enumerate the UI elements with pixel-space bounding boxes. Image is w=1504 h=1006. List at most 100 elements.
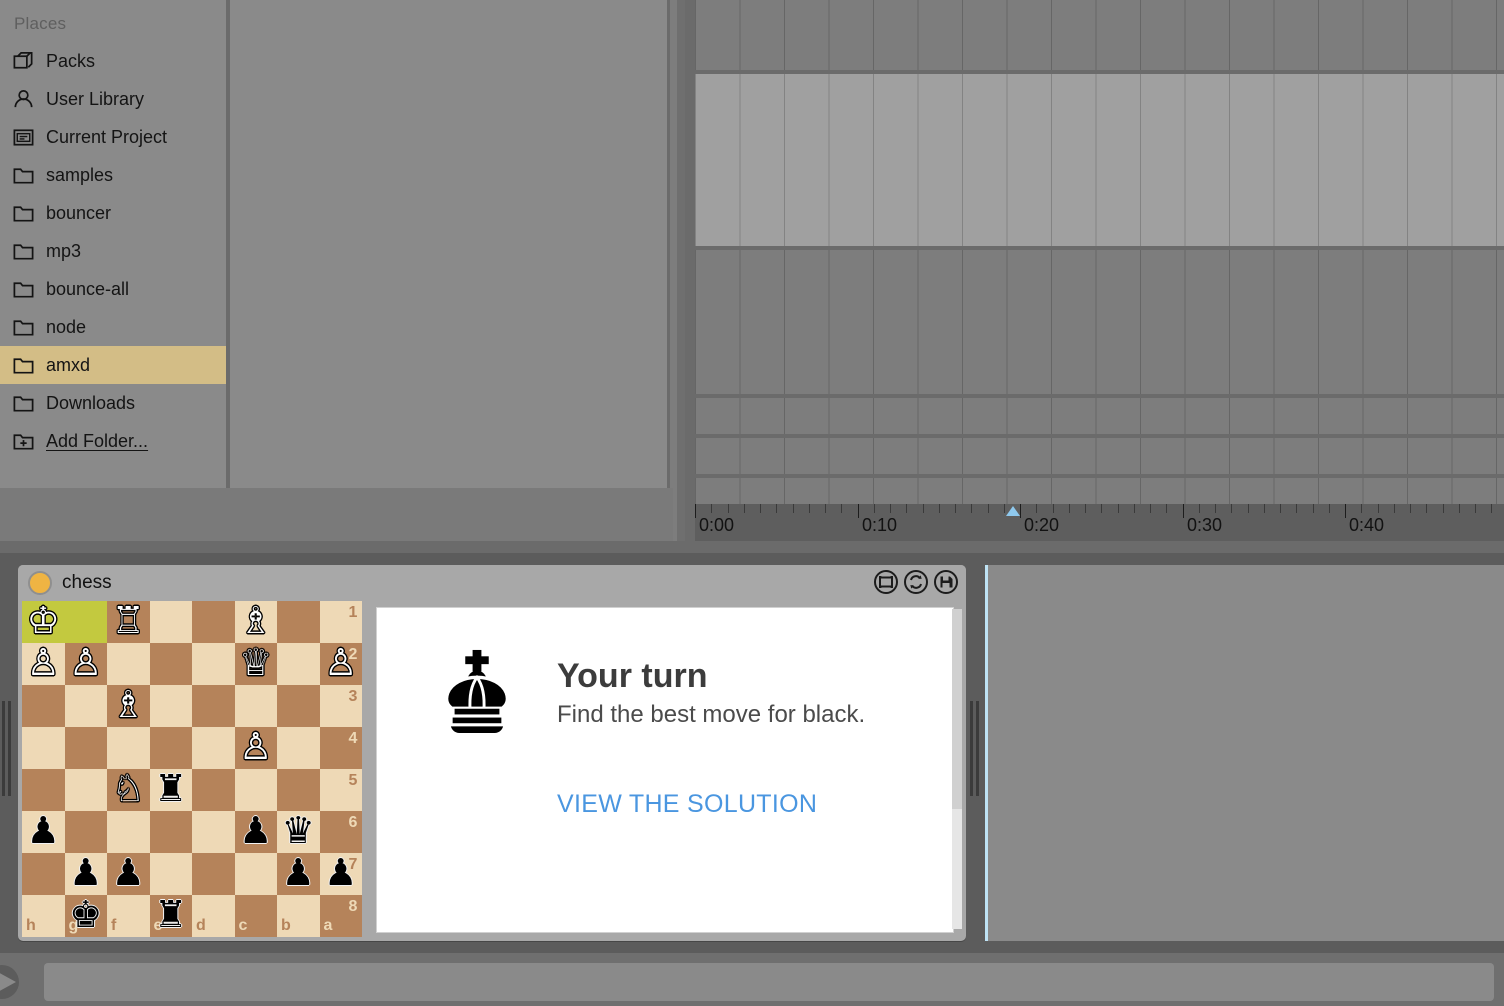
board-square-f4[interactable] — [107, 727, 150, 769]
floppy-disk-icon[interactable] — [934, 570, 958, 594]
board-square-h3[interactable] — [22, 685, 65, 727]
chess-piece-black-pawn-b7[interactable]: ♟ — [277, 853, 320, 895]
board-square-d1[interactable] — [192, 601, 235, 643]
board-square-d3[interactable] — [192, 685, 235, 727]
places-item-mp3[interactable]: mp3 — [0, 232, 226, 270]
board-square-a6[interactable] — [320, 811, 363, 853]
places-item-packs[interactable]: Packs — [0, 42, 226, 80]
board-square-a1[interactable] — [320, 601, 363, 643]
chess-piece-white-queen-c2[interactable]: ♕ — [235, 643, 278, 685]
chess-piece-black-pawn-a7[interactable]: ♟ — [320, 853, 363, 895]
board-square-b5[interactable] — [277, 769, 320, 811]
chess-piece-black-pawn-c6[interactable]: ♟ — [235, 811, 278, 853]
places-item-user-library[interactable]: User Library — [0, 80, 226, 118]
board-square-a3[interactable] — [320, 685, 363, 727]
chess-piece-black-pawn-g7[interactable]: ♟ — [65, 853, 108, 895]
chess-piece-black-rook-e5[interactable]: ♜ — [150, 769, 193, 811]
places-item-amxd[interactable]: amxd — [0, 346, 226, 384]
chess-piece-white-pawn-g2[interactable]: ♙ — [65, 643, 108, 685]
track-lane[interactable] — [695, 74, 1504, 246]
playhead-marker[interactable] — [1006, 506, 1020, 516]
board-square-h4[interactable] — [22, 727, 65, 769]
board-square-h8[interactable] — [22, 895, 65, 937]
board-square-c7[interactable] — [235, 853, 278, 895]
chess-piece-white-pawn-a2[interactable]: ♙ — [320, 643, 363, 685]
browser-content-panel[interactable] — [230, 0, 670, 488]
board-square-e1[interactable] — [150, 601, 193, 643]
chess-piece-black-pawn-f7[interactable]: ♟ — [107, 853, 150, 895]
chess-piece-white-king-h1[interactable]: ♔ — [22, 601, 65, 643]
chess-piece-black-rook-e8[interactable]: ♜ — [150, 895, 193, 937]
track-lane[interactable] — [695, 398, 1504, 434]
timeline-ruler[interactable]: 0:000:100:200:300:400: — [695, 504, 1504, 541]
board-square-d2[interactable] — [192, 643, 235, 685]
places-item-samples[interactable]: samples — [0, 156, 226, 194]
places-item-node[interactable]: node — [0, 308, 226, 346]
board-square-g5[interactable] — [65, 769, 108, 811]
board-square-e7[interactable] — [150, 853, 193, 895]
empty-device-slot[interactable] — [985, 565, 1504, 941]
board-square-a5[interactable] — [320, 769, 363, 811]
device-resize-grip-right[interactable] — [970, 701, 979, 796]
board-square-b1[interactable] — [277, 601, 320, 643]
board-square-b3[interactable] — [277, 685, 320, 727]
device-scrollbar[interactable] — [952, 609, 962, 929]
track-lane[interactable] — [695, 0, 1504, 70]
board-square-g3[interactable] — [65, 685, 108, 727]
places-item-bounce-all[interactable]: bounce-all — [0, 270, 226, 308]
chess-piece-white-pawn-c4[interactable]: ♙ — [235, 727, 278, 769]
board-square-d8[interactable] — [192, 895, 235, 937]
master-strip[interactable] — [44, 963, 1494, 1001]
board-square-f8[interactable] — [107, 895, 150, 937]
board-square-g1[interactable] — [65, 601, 108, 643]
device-activator-dot[interactable] — [28, 571, 52, 595]
board-square-f6[interactable] — [107, 811, 150, 853]
device-scrollbar-thumb[interactable] — [952, 609, 962, 809]
chess-board[interactable]: 12345678hgfedcba♔♖♗♙♙♕♙♗♙♘♜♟♟♛♟♟♟♟♚♜ — [22, 601, 362, 937]
board-square-h7[interactable] — [22, 853, 65, 895]
board-square-g6[interactable] — [65, 811, 108, 853]
board-square-b4[interactable] — [277, 727, 320, 769]
chess-piece-black-pawn-h6[interactable]: ♟ — [22, 811, 65, 853]
horizontal-splitter[interactable] — [0, 541, 1504, 553]
board-square-c8[interactable] — [235, 895, 278, 937]
board-square-e3[interactable] — [150, 685, 193, 727]
board-square-c5[interactable] — [235, 769, 278, 811]
ruler-tick — [1361, 504, 1362, 513]
board-square-b8[interactable] — [277, 895, 320, 937]
board-square-b2[interactable] — [277, 643, 320, 685]
frame-icon[interactable] — [874, 570, 898, 594]
refresh-icon[interactable] — [904, 570, 928, 594]
board-square-e2[interactable] — [150, 643, 193, 685]
board-square-d5[interactable] — [192, 769, 235, 811]
track-lane[interactable] — [695, 478, 1504, 504]
places-item-current-project[interactable]: Current Project — [0, 118, 226, 156]
board-square-d4[interactable] — [192, 727, 235, 769]
board-square-e6[interactable] — [150, 811, 193, 853]
track-lane-drop-area[interactable]: Drop Files and Devices Here — [695, 250, 1504, 394]
places-item-add-folder[interactable]: Add Folder... — [0, 422, 226, 460]
chess-piece-black-queen-b6[interactable]: ♛ — [277, 811, 320, 853]
black-king-crown-icon — [427, 648, 527, 738]
chess-piece-black-king-g8[interactable]: ♚ — [65, 895, 108, 937]
board-square-c3[interactable] — [235, 685, 278, 727]
board-square-e4[interactable] — [150, 727, 193, 769]
places-item-downloads[interactable]: Downloads — [0, 384, 226, 422]
board-square-d6[interactable] — [192, 811, 235, 853]
chess-piece-white-knight-f5[interactable]: ♘ — [107, 769, 150, 811]
board-square-h5[interactable] — [22, 769, 65, 811]
board-square-f2[interactable] — [107, 643, 150, 685]
board-square-d7[interactable] — [192, 853, 235, 895]
board-square-g4[interactable] — [65, 727, 108, 769]
board-square-a8[interactable] — [320, 895, 363, 937]
chess-piece-white-rook-f1[interactable]: ♖ — [107, 601, 150, 643]
device-resize-grip-left[interactable] — [2, 701, 11, 796]
board-square-a4[interactable] — [320, 727, 363, 769]
view-solution-link[interactable]: VIEW THE SOLUTION — [557, 790, 953, 819]
chess-piece-white-bishop-c1[interactable]: ♗ — [235, 601, 278, 643]
play-icon[interactable] — [0, 965, 26, 999]
chess-piece-white-bishop-f3[interactable]: ♗ — [107, 685, 150, 727]
chess-piece-white-pawn-h2[interactable]: ♙ — [22, 643, 65, 685]
track-lane[interactable] — [695, 438, 1504, 474]
places-item-bouncer[interactable]: bouncer — [0, 194, 226, 232]
